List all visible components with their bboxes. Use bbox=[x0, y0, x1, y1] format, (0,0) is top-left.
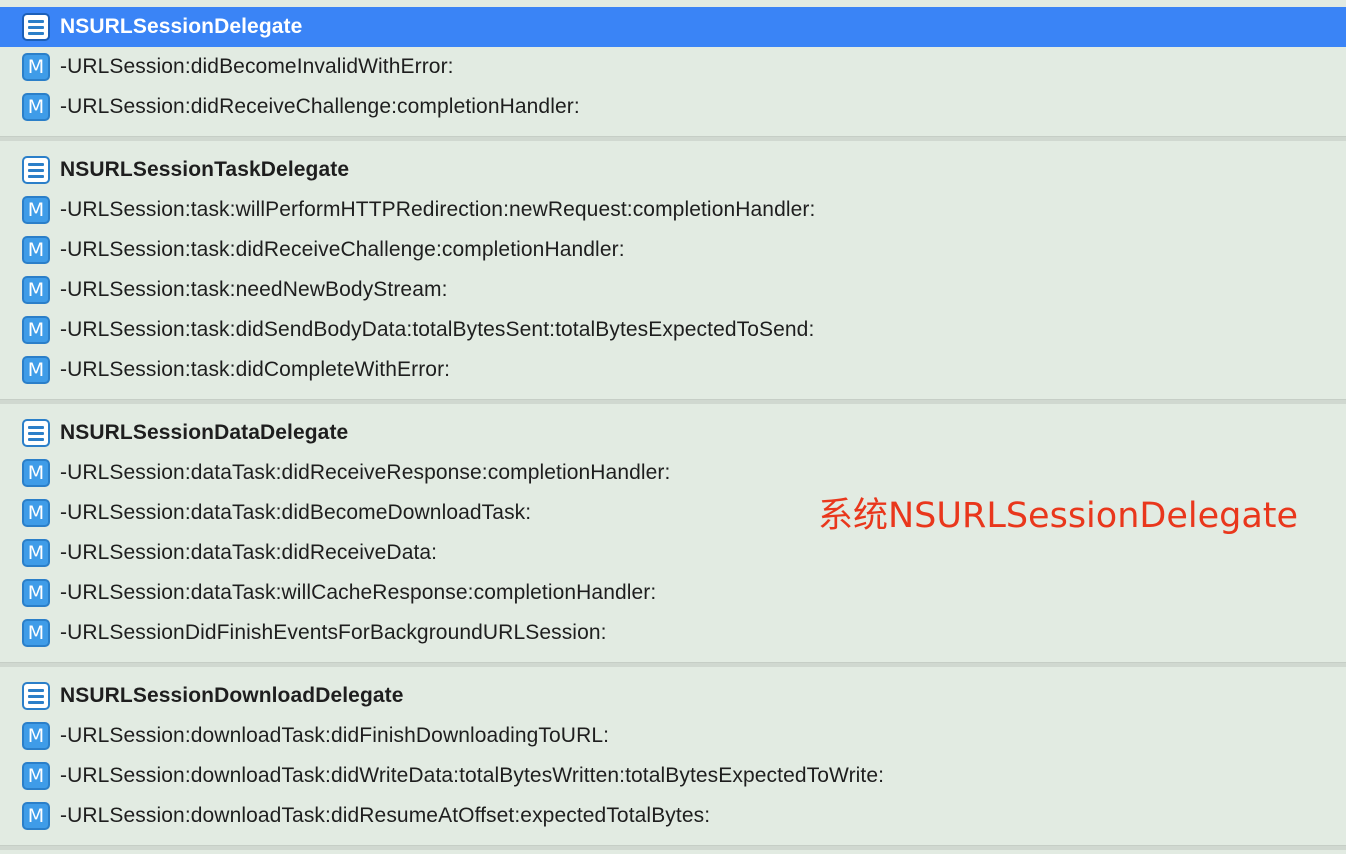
protocol-name: NSURLSessionDownloadDelegate bbox=[60, 684, 404, 707]
protocol-name: NSURLSessionTaskDelegate bbox=[60, 158, 350, 181]
protocol-list-icon bbox=[22, 156, 50, 184]
method-name: -URLSession:dataTask:didReceiveResponse:… bbox=[60, 461, 671, 484]
method-icon: M bbox=[22, 579, 50, 607]
protocol-row[interactable]: NSURLSessionDataDelegate bbox=[0, 413, 1346, 453]
method-row[interactable]: M -URLSession:downloadTask:didResumeAtOff… bbox=[0, 796, 1346, 836]
method-name: -URLSession:dataTask:didBecomeDownloadTa… bbox=[60, 501, 532, 524]
method-name: -URLSession:task:didSendBodyData:totalBy… bbox=[60, 318, 815, 341]
method-icon: M bbox=[22, 356, 50, 384]
method-row[interactable]: M -URLSession:task:didCompleteWithError: bbox=[0, 350, 1346, 390]
section-divider bbox=[0, 662, 1346, 667]
method-icon: M bbox=[22, 196, 50, 224]
section-divider bbox=[0, 136, 1346, 141]
protocol-section: NSURLSessionTaskDelegate M -URLSession:tas… bbox=[0, 150, 1346, 390]
symbol-list: NSURLSessionDelegate M -URLSession:didBeco… bbox=[0, 7, 1346, 850]
method-row[interactable]: M -URLSession:task:needNewBodyStream: bbox=[0, 270, 1346, 310]
method-name: -URLSession:downloadTask:didWriteData:to… bbox=[60, 764, 885, 787]
method-icon: M bbox=[22, 499, 50, 527]
method-icon: M bbox=[22, 236, 50, 264]
method-icon: M bbox=[22, 93, 50, 121]
method-row[interactable]: M -URLSessionDidFinishEventsForBackground… bbox=[0, 613, 1346, 653]
method-icon: M bbox=[22, 802, 50, 830]
protocol-list-icon bbox=[22, 419, 50, 447]
method-row[interactable]: M -URLSession:task:didReceiveChallenge:co… bbox=[0, 230, 1346, 270]
method-name: -URLSession:task:willPerformHTTPRedirect… bbox=[60, 198, 816, 221]
top-strip bbox=[0, 0, 1346, 7]
section-divider bbox=[0, 399, 1346, 404]
method-icon: M bbox=[22, 539, 50, 567]
section-divider bbox=[0, 845, 1346, 850]
method-row[interactable]: M -URLSession:task:didSendBodyData:totalB… bbox=[0, 310, 1346, 350]
method-name: -URLSession:task:didReceiveChallenge:com… bbox=[60, 238, 625, 261]
method-name: -URLSessionDidFinishEventsForBackgroundU… bbox=[60, 621, 607, 644]
method-name: -URLSession:downloadTask:didResumeAtOffs… bbox=[60, 804, 711, 827]
method-icon: M bbox=[22, 316, 50, 344]
method-name: -URLSession:task:needNewBodyStream: bbox=[60, 278, 448, 301]
method-row[interactable]: M -URLSession:didBecomeInvalidWithError: bbox=[0, 47, 1346, 87]
method-name: -URLSession:downloadTask:didFinishDownlo… bbox=[60, 724, 610, 747]
method-row[interactable]: M -URLSession:dataTask:didReceiveData: bbox=[0, 533, 1346, 573]
protocol-list-icon bbox=[22, 682, 50, 710]
protocol-row[interactable]: NSURLSessionDelegate bbox=[0, 7, 1346, 47]
protocol-section: NSURLSessionDownloadDelegate M -URLSession… bbox=[0, 676, 1346, 836]
protocol-row[interactable]: NSURLSessionDownloadDelegate bbox=[0, 676, 1346, 716]
protocol-list-icon bbox=[22, 13, 50, 41]
symbol-navigator: NSURLSessionDelegate M -URLSession:didBeco… bbox=[0, 0, 1346, 854]
method-icon: M bbox=[22, 459, 50, 487]
method-name: -URLSession:dataTask:willCacheResponse:c… bbox=[60, 581, 657, 604]
method-icon: M bbox=[22, 722, 50, 750]
annotation-label: 系统NSURLSessionDelegate bbox=[818, 496, 1299, 536]
method-name: -URLSession:didReceiveChallenge:completi… bbox=[60, 95, 580, 118]
method-name: -URLSession:task:didCompleteWithError: bbox=[60, 358, 451, 381]
method-row[interactable]: M -URLSession:dataTask:willCacheResponse:… bbox=[0, 573, 1346, 613]
method-row[interactable]: M -URLSession:task:willPerformHTTPRedirec… bbox=[0, 190, 1346, 230]
method-row[interactable]: M -URLSession:didReceiveChallenge:complet… bbox=[0, 87, 1346, 127]
method-icon: M bbox=[22, 619, 50, 647]
method-name: -URLSession:didBecomeInvalidWithError: bbox=[60, 55, 454, 78]
method-icon: M bbox=[22, 762, 50, 790]
protocol-section: NSURLSessionDelegate M -URLSession:didBeco… bbox=[0, 7, 1346, 127]
method-icon: M bbox=[22, 276, 50, 304]
method-icon: M bbox=[22, 53, 50, 81]
protocol-name: NSURLSessionDataDelegate bbox=[60, 421, 349, 444]
protocol-row[interactable]: NSURLSessionTaskDelegate bbox=[0, 150, 1346, 190]
protocol-name: NSURLSessionDelegate bbox=[60, 15, 303, 38]
method-row[interactable]: M -URLSession:downloadTask:didFinishDownl… bbox=[0, 716, 1346, 756]
method-name: -URLSession:dataTask:didReceiveData: bbox=[60, 541, 438, 564]
method-row[interactable]: M -URLSession:downloadTask:didWriteData:t… bbox=[0, 756, 1346, 796]
